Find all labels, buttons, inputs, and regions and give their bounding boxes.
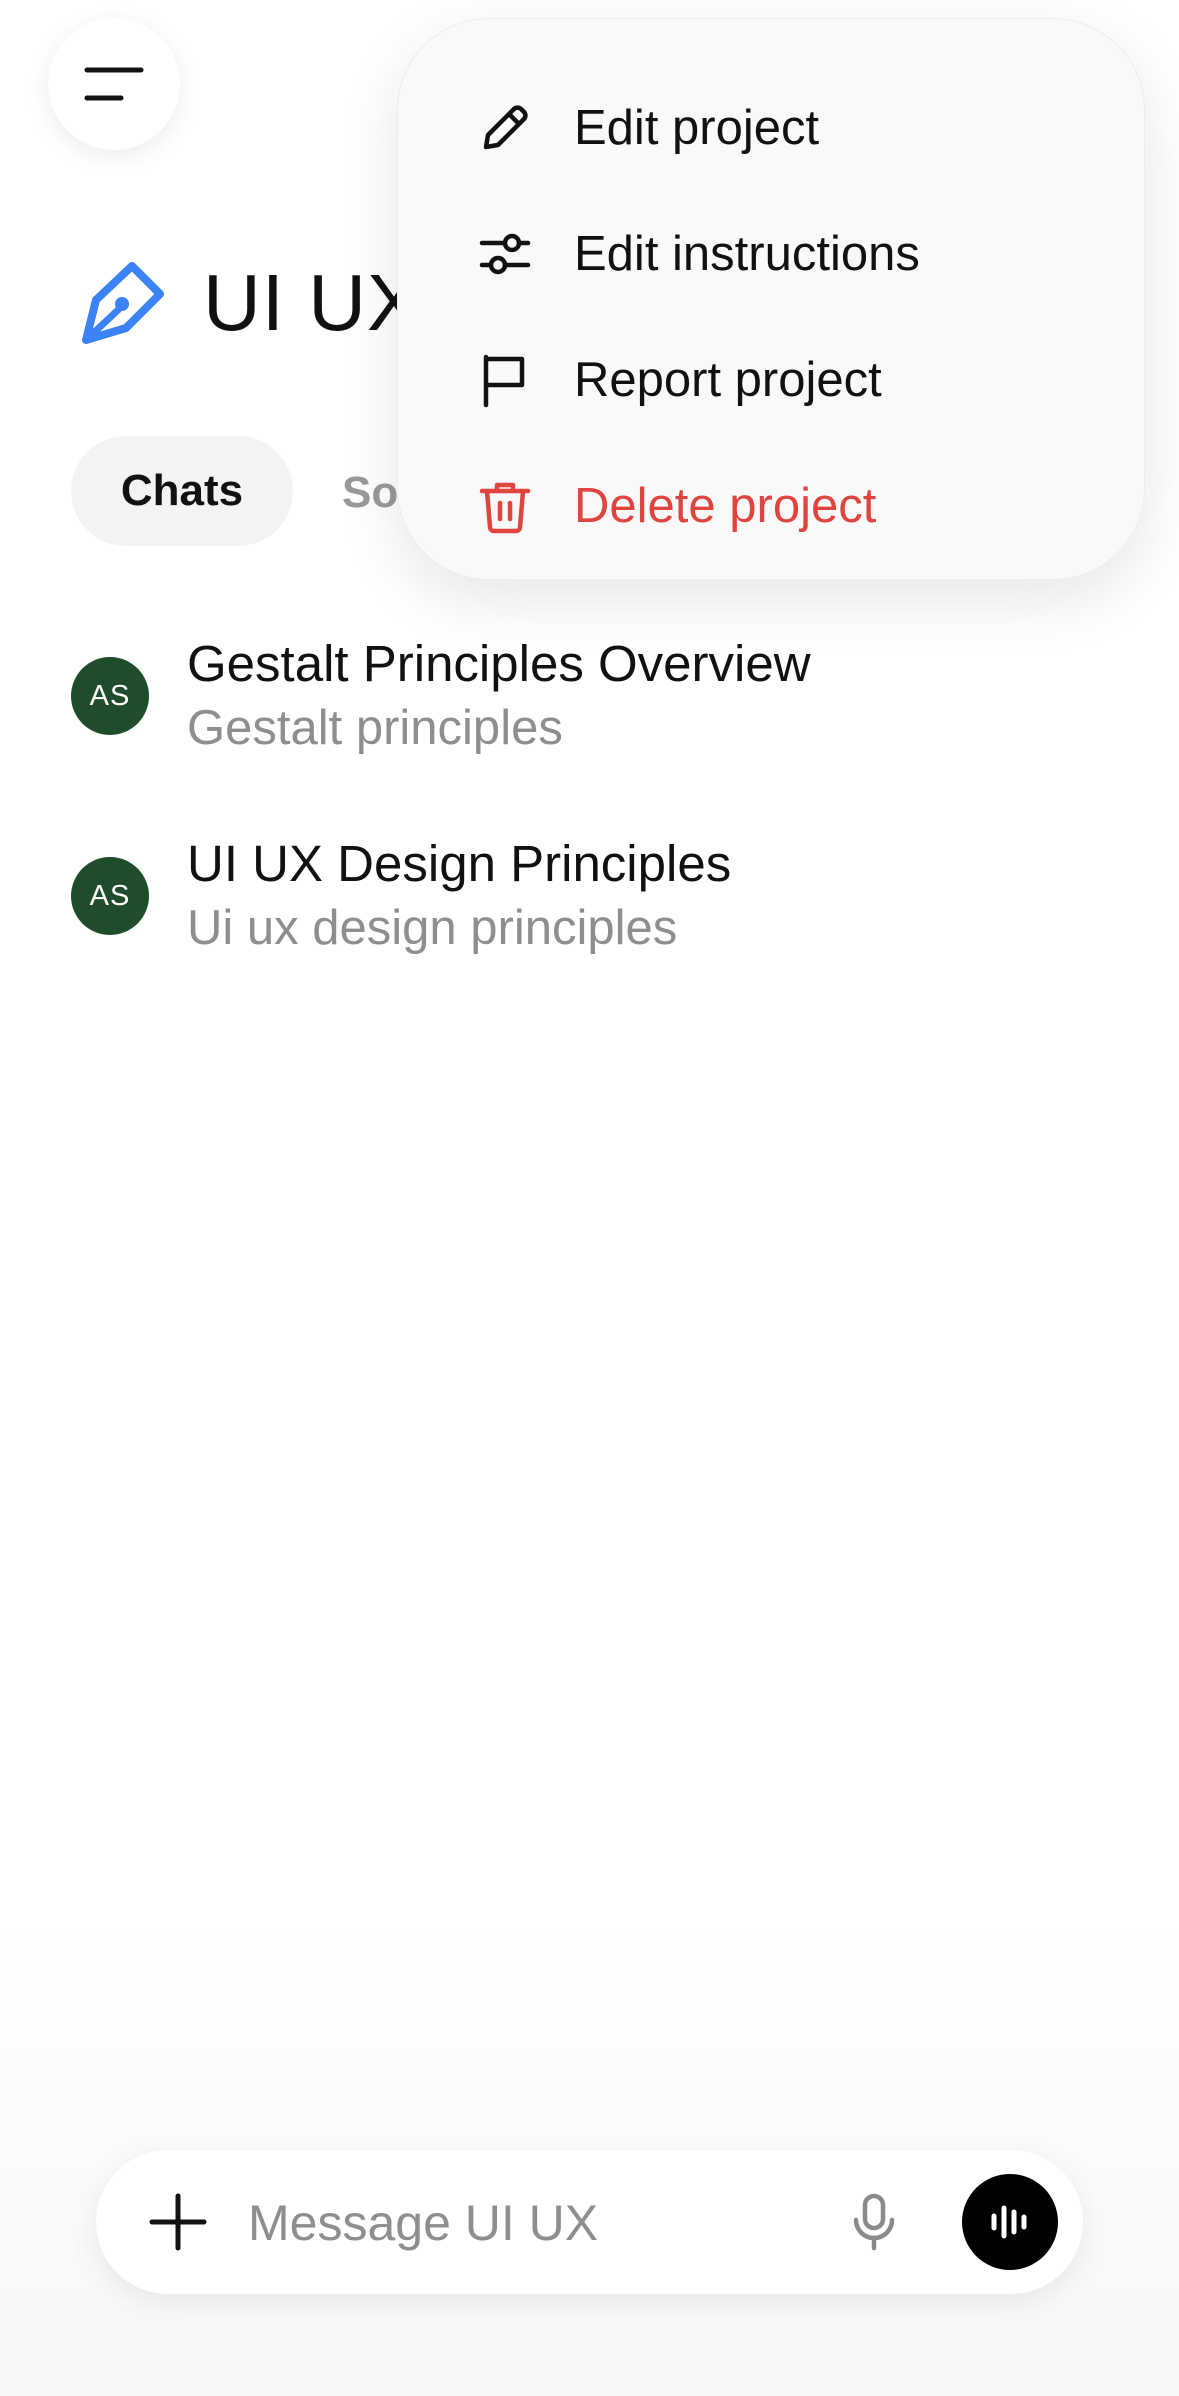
flag-icon (483, 354, 525, 408)
menu-item-report-project[interactable]: Report project (476, 325, 1076, 435)
chat-title: UI UX Design Principles (187, 835, 732, 892)
microphone-icon[interactable] (844, 2192, 904, 2252)
project-options-menu: Edit project Edit instructions Report pr… (397, 18, 1145, 580)
sidebar-menu-button[interactable] (48, 18, 180, 150)
menu-item-label: Edit instructions (574, 227, 920, 281)
pen-nib-icon (82, 262, 164, 344)
menu-item-label: Delete project (574, 479, 877, 533)
chat-list-item[interactable]: AS Gestalt Principles Overview Gestalt p… (71, 624, 1111, 784)
voice-waveform-icon (991, 2205, 1027, 2239)
avatar: AS (71, 657, 149, 735)
menu-item-label: Report project (574, 353, 882, 407)
chat-list-item[interactable]: AS UI UX Design Principles Ui ux design … (71, 824, 1111, 984)
chat-title: Gestalt Principles Overview (187, 635, 811, 692)
menu-item-edit-instructions[interactable]: Edit instructions (476, 199, 1076, 309)
plus-icon[interactable] (148, 2192, 208, 2252)
voice-mode-button[interactable] (962, 2174, 1058, 2270)
hamburger-menu-icon (84, 67, 144, 101)
message-composer (96, 2150, 1083, 2294)
tab-sources[interactable]: So (342, 468, 398, 518)
menu-item-delete-project[interactable]: Delete project (476, 451, 1076, 561)
menu-item-label: Edit project (574, 101, 820, 155)
page-title: UI UX (203, 258, 422, 347)
sliders-icon (479, 233, 531, 275)
avatar: AS (71, 857, 149, 935)
tab-chats[interactable]: Chats (71, 436, 293, 546)
chat-subtitle: Gestalt principles (187, 701, 563, 755)
trash-icon (479, 482, 531, 534)
message-input[interactable] (246, 2182, 870, 2264)
chat-subtitle: Ui ux design principles (187, 901, 678, 955)
pencil-icon (483, 105, 528, 150)
menu-item-edit-project[interactable]: Edit project (476, 73, 1076, 183)
